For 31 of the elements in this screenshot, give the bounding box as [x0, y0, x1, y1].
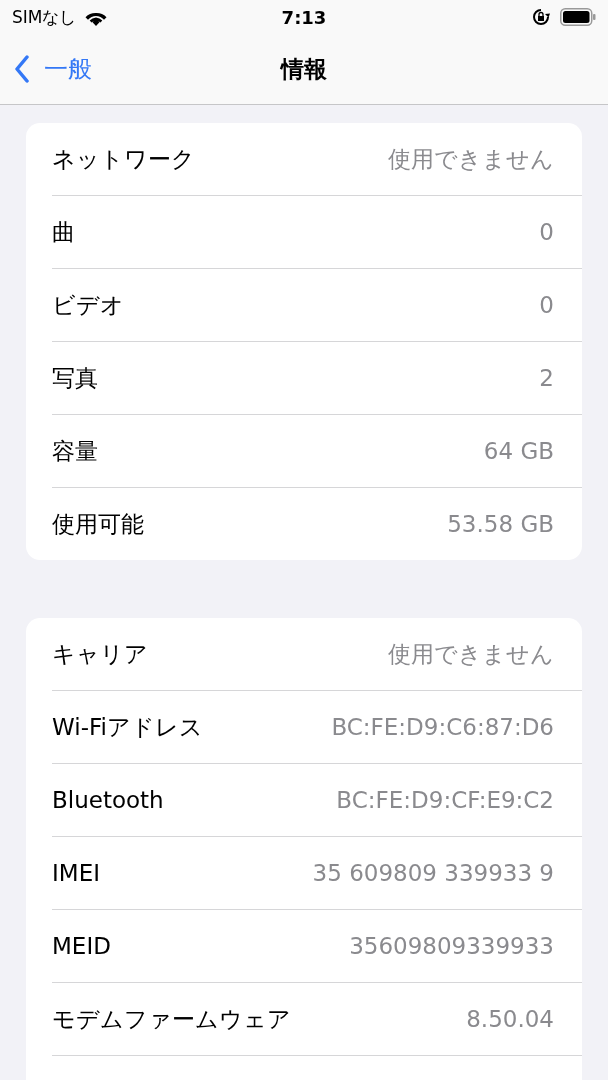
chevron-left-icon — [14, 55, 30, 83]
row-value: 8.50.04 — [466, 1006, 554, 1032]
rotation-lock-icon — [532, 8, 550, 26]
row-label: IMEI — [52, 860, 100, 886]
row-value: BC:FE:D9:C6:87:D6 — [331, 714, 554, 740]
carrier-text: SIMなし — [12, 5, 77, 29]
row-label: キャリア — [52, 639, 148, 669]
row-value: 2 — [539, 365, 554, 391]
row-label: 容量 — [52, 436, 98, 466]
row-label: 使用可能 — [52, 509, 144, 539]
row-label: ネットワーク — [52, 144, 195, 174]
row-value: 53.58 GB — [447, 511, 554, 537]
row-value: 0 — [539, 292, 554, 318]
row-label: Bluetooth — [52, 787, 164, 813]
row-value: 使用できません — [388, 639, 554, 669]
row-label: Wi-Fiアドレス — [52, 712, 203, 742]
row-value: BC:FE:D9:CF:E9:C2 — [336, 787, 554, 813]
row-label: MEID — [52, 933, 111, 959]
row-value: 使用できません — [388, 144, 554, 174]
row-label: モデムファームウェア — [52, 1004, 291, 1034]
status-time: 7:13 — [281, 6, 327, 28]
row-value: 64 GB — [483, 438, 554, 464]
battery-icon — [560, 8, 596, 26]
page-title: 情報 — [281, 54, 327, 84]
back-button[interactable]: 一般 — [0, 53, 92, 85]
row-value: 0 — [539, 219, 554, 245]
row-value: 35 609809 339933 9 — [312, 860, 554, 886]
row-label: 曲 — [52, 217, 75, 247]
row-label: ビデオ — [52, 290, 124, 320]
row-label: 写真 — [52, 363, 98, 393]
row-value: 35609809339933 — [349, 933, 554, 959]
